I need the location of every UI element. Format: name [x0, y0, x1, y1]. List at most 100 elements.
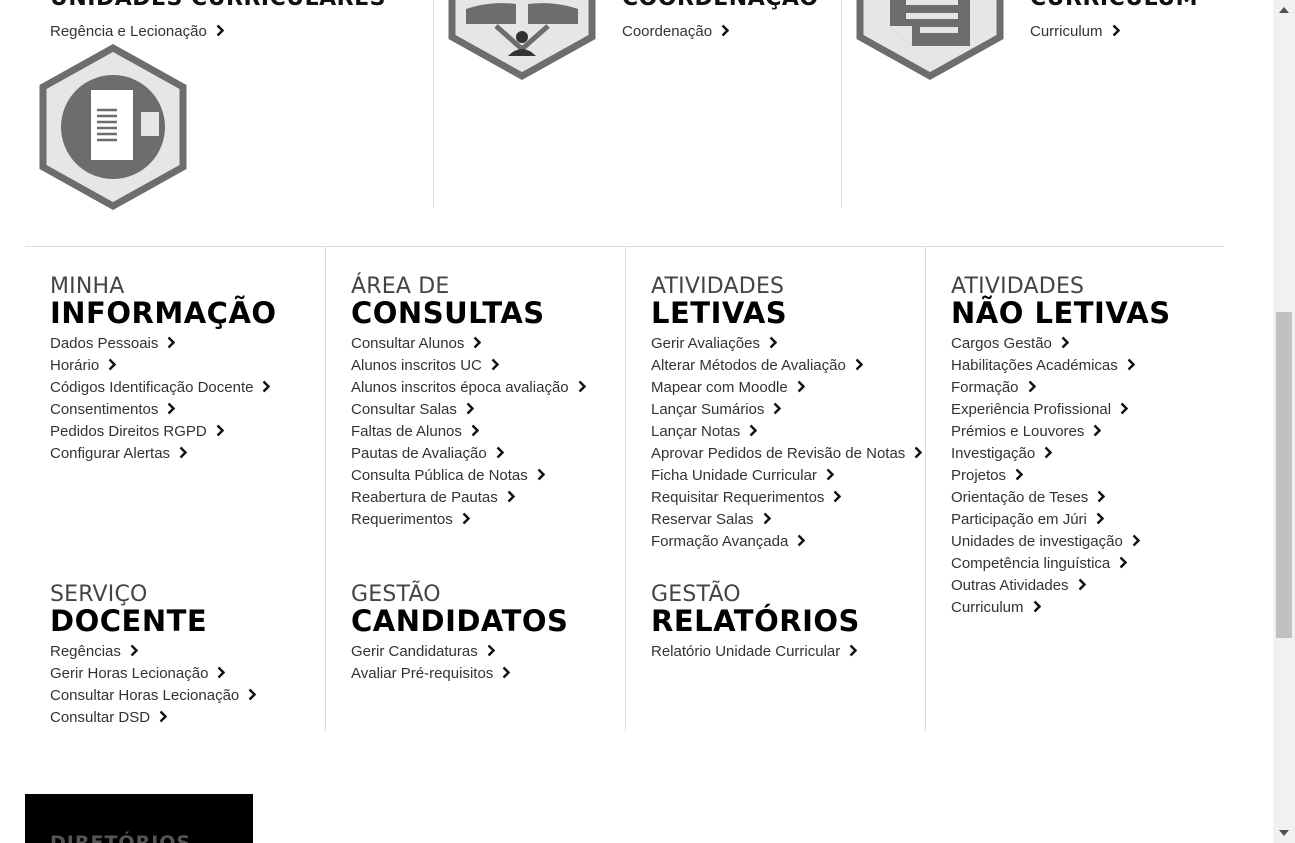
menu-link[interactable]: Lançar Notas	[651, 421, 922, 443]
chevron-right-icon	[1093, 424, 1102, 437]
menu-link[interactable]: Lançar Sumários	[651, 399, 922, 421]
menu-link-label: Unidades de investigação	[951, 533, 1123, 550]
menu-link[interactable]: Relatório Unidade Curricular	[651, 641, 860, 663]
menu-link[interactable]: Gerir Candidaturas	[351, 641, 568, 663]
menu-link[interactable]: Reservar Salas	[651, 509, 922, 531]
chevron-right-icon	[1119, 556, 1128, 569]
menu-link[interactable]: Consultar Salas	[351, 399, 586, 421]
menu-link[interactable]: Competência linguística	[951, 553, 1171, 575]
menu-link[interactable]: Requerimentos	[351, 509, 586, 531]
scrollbar-thumb[interactable]	[1276, 312, 1292, 638]
chevron-right-icon	[855, 358, 863, 371]
block-heading-large: NÃO LETIVAS	[951, 296, 1171, 330]
menu-link[interactable]: Dados Pessoais	[50, 333, 277, 355]
menu-link[interactable]: Consulta Pública de Notas	[351, 465, 586, 487]
chevron-right-icon	[471, 424, 479, 437]
chevron-right-icon	[1096, 512, 1104, 525]
menu-link[interactable]: Habilitações Académicas	[951, 355, 1171, 377]
menu-link[interactable]: Formação	[951, 377, 1171, 399]
menu-link[interactable]: Pautas de Avaliação	[351, 443, 586, 465]
menu-block-gestao-candidatos: GESTÃO CANDIDATOS Gerir Candidaturas Aval…	[351, 584, 568, 685]
scroll-down-arrow-icon[interactable]	[1279, 830, 1289, 836]
chevron-right-icon	[749, 424, 758, 437]
menu-link[interactable]: Outras Atividades	[951, 575, 1171, 597]
menu-link-label: Participação em Júri	[951, 511, 1087, 528]
menu-link[interactable]: Unidades de investigação	[951, 531, 1171, 553]
menu-list: Gerir Avaliações Alterar Métodos de Avali…	[651, 333, 923, 553]
menu-link[interactable]: Configurar Alertas	[50, 443, 277, 465]
menu-link[interactable]: Experiência Profissional	[951, 399, 1171, 421]
menu-link[interactable]: Consentimentos	[50, 399, 277, 421]
menu-link[interactable]: Prémios e Louvores	[951, 421, 1171, 443]
menu-link[interactable]: Requisitar Requerimentos	[651, 487, 922, 509]
chevron-right-icon	[496, 446, 504, 459]
chevron-right-icon	[1033, 600, 1041, 613]
menu-link[interactable]: Mapear com Moodle	[651, 377, 922, 399]
page: UNIDADES CURRICULARES Regência e Leciona…	[0, 0, 1273, 843]
diretorios-block[interactable]: DIRETÓRIOS	[25, 794, 253, 843]
menu-link[interactable]: Projetos	[951, 465, 1171, 487]
menu-block-gestao-relatorios: GESTÃO RELATÓRIOS Relatório Unidade Curr…	[651, 584, 860, 663]
menu-link-label: Requerimentos	[351, 511, 453, 528]
menu-link[interactable]: Gerir Horas Lecionação	[50, 663, 256, 685]
menu-link-label: Configurar Alertas	[50, 445, 171, 462]
menu-link[interactable]: Códigos Identificação Docente	[50, 377, 277, 399]
menu-link[interactable]: Regências	[50, 641, 256, 663]
chevron-right-icon	[797, 380, 805, 393]
menu-link-label: Horário	[50, 357, 100, 374]
menu-link[interactable]: Alunos inscritos UC	[351, 355, 586, 377]
chevron-right-icon	[833, 490, 842, 503]
menu-link[interactable]: Alterar Métodos de Avaliação	[651, 355, 922, 377]
menu-list: Relatório Unidade Curricular	[651, 641, 860, 663]
chevron-right-icon	[491, 358, 499, 371]
menu-column-2: ÁREA DE CONSULTAS Consultar Alunos Alunos…	[325, 247, 626, 731]
menu-link[interactable]: Alunos inscritos época avaliação	[351, 377, 586, 399]
link-curriculum[interactable]: Curriculum	[1030, 23, 1120, 40]
menu-link[interactable]: Pedidos Direitos RGPD	[50, 421, 277, 443]
chevron-right-icon	[262, 380, 271, 393]
menu-link[interactable]: Consultar Alunos	[351, 333, 586, 355]
chevron-right-icon	[466, 402, 474, 415]
menu-link-label: Relatório Unidade Curricular	[651, 643, 841, 660]
menu-block-area-consultas: ÁREA DE CONSULTAS Consultar Alunos Alunos…	[351, 276, 586, 531]
chevron-right-icon	[216, 24, 224, 37]
chevron-right-icon	[217, 666, 226, 679]
menu-link-label: Avaliar Pré-requisitos	[351, 665, 494, 682]
menu-list: Gerir Candidaturas Avaliar Pré-requisitos	[351, 641, 568, 685]
menu-link[interactable]: Curriculum	[951, 597, 1171, 619]
block-heading-large: CONSULTAS	[351, 296, 545, 330]
menu-link[interactable]: Aprovar Pedidos de Revisão de Notas	[651, 443, 923, 465]
menu-link[interactable]: Cargos Gestão	[951, 333, 1171, 355]
chevron-right-icon	[167, 336, 176, 349]
chevron-right-icon	[537, 468, 545, 481]
menu-link-label: Mapear com Moodle	[651, 379, 788, 396]
chevron-right-icon	[1028, 380, 1036, 393]
menu-link[interactable]: Horário	[50, 355, 277, 377]
chevron-right-icon	[763, 512, 771, 525]
link-regencia-lecionacao[interactable]: Regência e Lecionação	[50, 23, 224, 40]
menu-block-servico-docente: SERVIÇO DOCENTE Regências Gerir Horas Lec…	[50, 584, 257, 729]
menu-link[interactable]: Participação em Júri	[951, 509, 1171, 531]
chevron-right-icon	[502, 666, 511, 679]
menu-link[interactable]: Avaliar Pré-requisitos	[351, 663, 568, 685]
menu-link[interactable]: Formação Avançada	[651, 531, 922, 553]
menu-block-atividades-letivas: ATIVIDADES LETIVAS Gerir Avaliações Alter…	[651, 276, 923, 553]
menu-link[interactable]: Consultar Horas Lecionação	[50, 685, 257, 707]
menu-link[interactable]: Ficha Unidade Curricular	[651, 465, 922, 487]
vertical-scrollbar[interactable]	[1273, 0, 1295, 843]
chevron-right-icon	[1120, 402, 1129, 415]
menu-link[interactable]: Gerir Avaliações	[651, 333, 922, 355]
chevron-right-icon	[1044, 446, 1053, 459]
chevron-right-icon	[473, 336, 482, 349]
menu-link[interactable]: Faltas de Alunos	[351, 421, 586, 443]
link-coordenacao[interactable]: Coordenação	[622, 23, 730, 40]
menu-link-label: Faltas de Alunos	[351, 423, 462, 440]
menu-list: Dados Pessoais Horário Códigos Identificaç…	[50, 333, 277, 465]
menu-link[interactable]: Orientação de Teses	[951, 487, 1171, 509]
chevron-right-icon	[769, 336, 777, 349]
menu-link[interactable]: Reabertura de Pautas	[351, 487, 586, 509]
chevron-right-icon	[167, 402, 176, 415]
menu-link[interactable]: Investigação	[951, 443, 1171, 465]
menu-link[interactable]: Consultar DSD	[50, 707, 256, 729]
scroll-up-arrow-icon[interactable]	[1279, 7, 1289, 13]
